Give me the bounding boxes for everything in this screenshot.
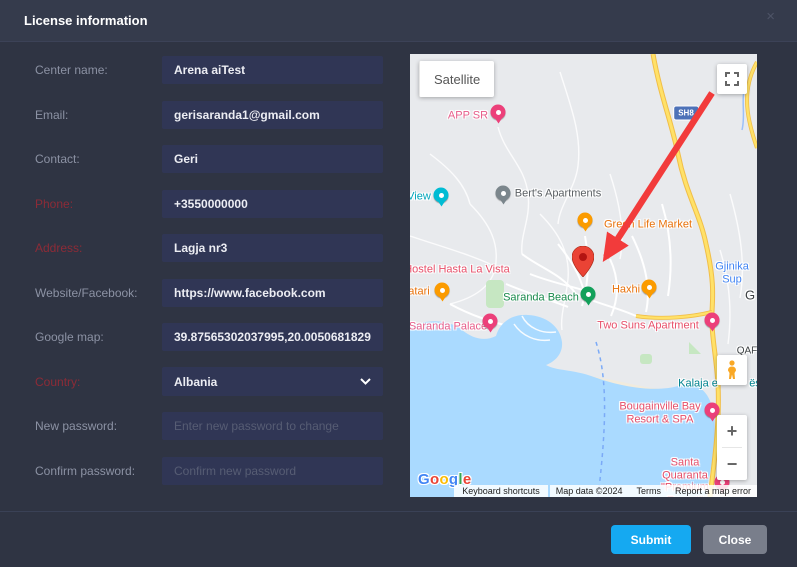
terms-link[interactable]: Terms [636, 486, 661, 496]
form-row: Center name: [35, 56, 395, 84]
confirm-password-label: Confirm password: [35, 464, 162, 478]
email-input[interactable] [162, 101, 383, 129]
report-map-error-link[interactable]: Report a map error [675, 486, 751, 496]
street-view-pegman[interactable] [717, 355, 747, 385]
modal-title: License information [24, 13, 148, 28]
fullscreen-button[interactable] [717, 64, 747, 94]
form-row: Address: [35, 234, 395, 262]
form-row: Confirm password: [35, 457, 395, 485]
chevron-down-icon [360, 378, 371, 385]
fullscreen-icon [725, 72, 739, 86]
zoom-in-button[interactable]: + [717, 415, 747, 447]
contact-input[interactable] [162, 145, 383, 173]
center-name-input[interactable] [162, 56, 383, 84]
center-name-label: Center name: [35, 63, 162, 77]
close-icon[interactable]: × [766, 8, 775, 25]
form-row: New password: [35, 412, 395, 440]
selected-value: Albania [174, 375, 217, 389]
email-label: Email: [35, 108, 162, 122]
modal-footer: Submit Close [0, 511, 797, 567]
google-logo-letter: G [418, 471, 430, 488]
confirm-password-input[interactable] [162, 457, 383, 485]
map-attribution: Keyboard shortcuts Map data ©2024 Terms … [454, 485, 757, 497]
google-logo-letter: o [439, 471, 448, 488]
website-facebook-input[interactable] [162, 279, 383, 307]
form-row: Phone: [35, 190, 395, 218]
website-facebook-label: Website/Facebook: [35, 286, 162, 300]
address-input[interactable] [162, 234, 383, 262]
google-map[interactable]: APP SRViewBert's ApartmentsGreen Life Ma… [410, 54, 757, 497]
google-map-label: Google map: [35, 330, 162, 344]
submit-button[interactable]: Submit [611, 525, 691, 554]
modal-header: License information × [0, 0, 797, 42]
pegman-icon [726, 360, 738, 380]
form-row: Email: [35, 101, 395, 129]
annotation-arrow [410, 54, 757, 497]
zoom-out-button[interactable]: − [717, 448, 747, 480]
phone-input[interactable] [162, 190, 383, 218]
satellite-view-button[interactable]: Satellite [419, 61, 494, 97]
keyboard-shortcuts-link[interactable]: Keyboard shortcuts [454, 485, 548, 497]
new-password-input[interactable] [162, 412, 383, 440]
form-row: Contact: [35, 145, 395, 173]
zoom-control: + − [717, 415, 747, 480]
address-label: Address: [35, 241, 162, 255]
map-data-label: Map data ©2024 [556, 486, 623, 496]
google-map-input[interactable] [162, 323, 383, 351]
country-select[interactable]: Albania [162, 367, 383, 396]
license-information-modal: License information × Center name: Email:… [0, 0, 797, 567]
contact-label: Contact: [35, 152, 162, 166]
form-row: Google map: [35, 323, 395, 351]
map-type-control: Map Satellite [419, 61, 494, 97]
country-label: Country: [35, 375, 162, 389]
phone-label: Phone: [35, 197, 162, 211]
form-row: Country: Albania [35, 368, 395, 396]
form-row: Website/Facebook: [35, 279, 395, 307]
new-password-label: New password: [35, 419, 162, 433]
license-form: Center name: Email: Contact: Phone: Address:… [35, 56, 395, 501]
close-button[interactable]: Close [703, 525, 767, 554]
